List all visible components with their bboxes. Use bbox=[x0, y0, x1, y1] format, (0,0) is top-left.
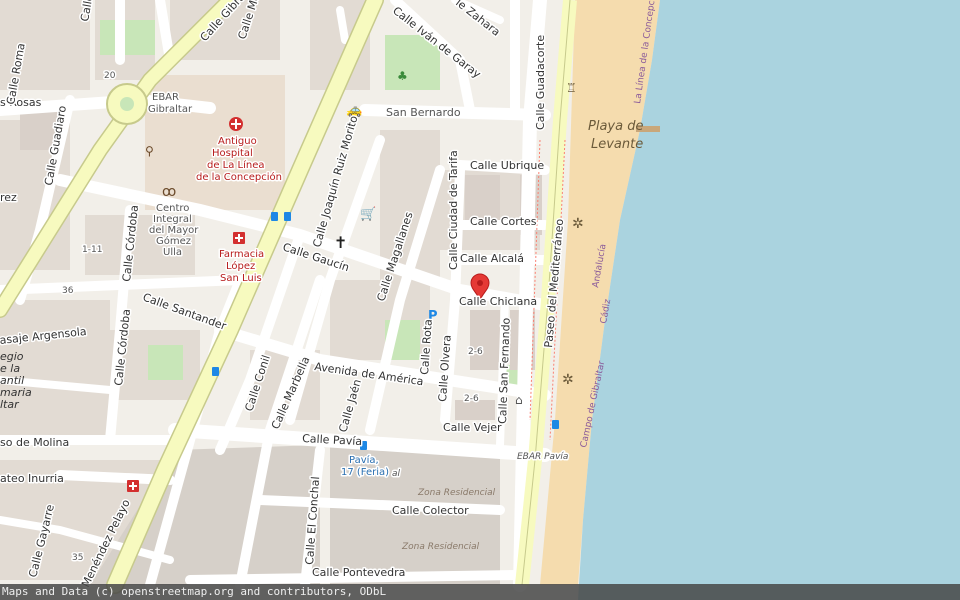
street-molina: so de Molina bbox=[0, 436, 69, 449]
playground-icon: ⚲ bbox=[145, 144, 154, 158]
centro-label-4: Gómez bbox=[156, 235, 191, 247]
street-ubrique: Calle Ubrique bbox=[470, 159, 544, 172]
hospital-label-4: de la Concepción bbox=[196, 171, 282, 183]
ebar-gibraltar-label-1: EBAR bbox=[152, 92, 179, 103]
house-26a: 2-6 bbox=[468, 347, 483, 357]
farmacia-label-3: San Luis bbox=[220, 273, 262, 284]
centro-label-1: Centro bbox=[156, 203, 189, 214]
map-attribution: Maps and Data (c) openstreetmap.org and … bbox=[0, 584, 960, 600]
shelter-icon: ⌂ bbox=[515, 393, 523, 407]
farmacia-label-1: Farmacia bbox=[219, 249, 264, 260]
street-mateo-inurria: ateo Inurria bbox=[0, 472, 64, 485]
park-tree-icon: ♣ bbox=[397, 69, 408, 83]
hospital-label-2: Hospital bbox=[212, 148, 253, 159]
ebar-pavia-label: EBAR Pavía bbox=[517, 452, 568, 462]
al-label: al bbox=[392, 469, 401, 479]
palm-icon-2: ✲ bbox=[562, 372, 574, 388]
house-35: 35 bbox=[72, 553, 83, 563]
social-facility-icon: ꝏ bbox=[162, 184, 176, 200]
zona-residencial-1: Zona Residencial bbox=[417, 488, 496, 498]
zona-residencial-2: Zona Residencial bbox=[401, 542, 480, 552]
pharmacy-icon-2 bbox=[127, 480, 139, 492]
street-rez: rez bbox=[0, 191, 17, 204]
farmacia-label-2: López bbox=[226, 260, 255, 272]
beach-label-2: Levante bbox=[591, 137, 643, 152]
map-canvas[interactable]: ✝ 🛒 ꝏ ⚲ 🚕 P ✲ ✲ ♖ ⌂ ♣ s Rosas Calle Roma… bbox=[0, 0, 960, 600]
shop-icon: 🛒 bbox=[360, 206, 376, 222]
centro-label-5: Ulla bbox=[163, 247, 182, 258]
church-icon: ✝ bbox=[334, 233, 347, 252]
centro-label-3: del Mayor bbox=[149, 225, 199, 236]
street-colector: Calle Colector bbox=[392, 504, 469, 517]
street-ciudad-tarifa: Calle Ciudad de Tarifa bbox=[447, 150, 460, 270]
san-bernardo-label: San Bernardo bbox=[386, 106, 461, 119]
hospital-icon bbox=[229, 117, 243, 131]
roundabout-island bbox=[120, 97, 134, 111]
ebar-gibraltar-label-2: Gibraltar bbox=[148, 104, 193, 115]
street-guadacorte: Calle Guadacorte bbox=[534, 35, 547, 130]
street-alcala: Calle Alcalá bbox=[460, 252, 524, 265]
centro-label-2: Integral bbox=[153, 214, 192, 225]
marker-label: Calle Chiclana bbox=[459, 295, 537, 308]
pavia-feria-label-1: Pavía, bbox=[349, 454, 379, 466]
hospital-label-3: de La Línea bbox=[207, 159, 265, 171]
street-cortes: Calle Cortes bbox=[470, 215, 537, 228]
svg-text:ltar: ltar bbox=[0, 398, 20, 411]
street-pontevedra: Calle Pontevedra bbox=[312, 566, 405, 579]
bin-icon: ♖ bbox=[566, 81, 577, 95]
pavia-feria-label-2: 17 (Feria) bbox=[341, 467, 389, 478]
palm-icon-1: ✲ bbox=[572, 216, 584, 232]
house-111: 1-11 bbox=[82, 245, 102, 255]
house-26b: 2-6 bbox=[464, 394, 479, 404]
hospital-label-1: Antiguo bbox=[218, 136, 257, 147]
beach-label-1: Playa de bbox=[588, 119, 643, 134]
street-vejer: Calle Vejer bbox=[443, 421, 502, 434]
house-20: 20 bbox=[104, 71, 116, 81]
pharmacy-icon bbox=[233, 232, 245, 244]
house-36: 36 bbox=[62, 286, 74, 296]
